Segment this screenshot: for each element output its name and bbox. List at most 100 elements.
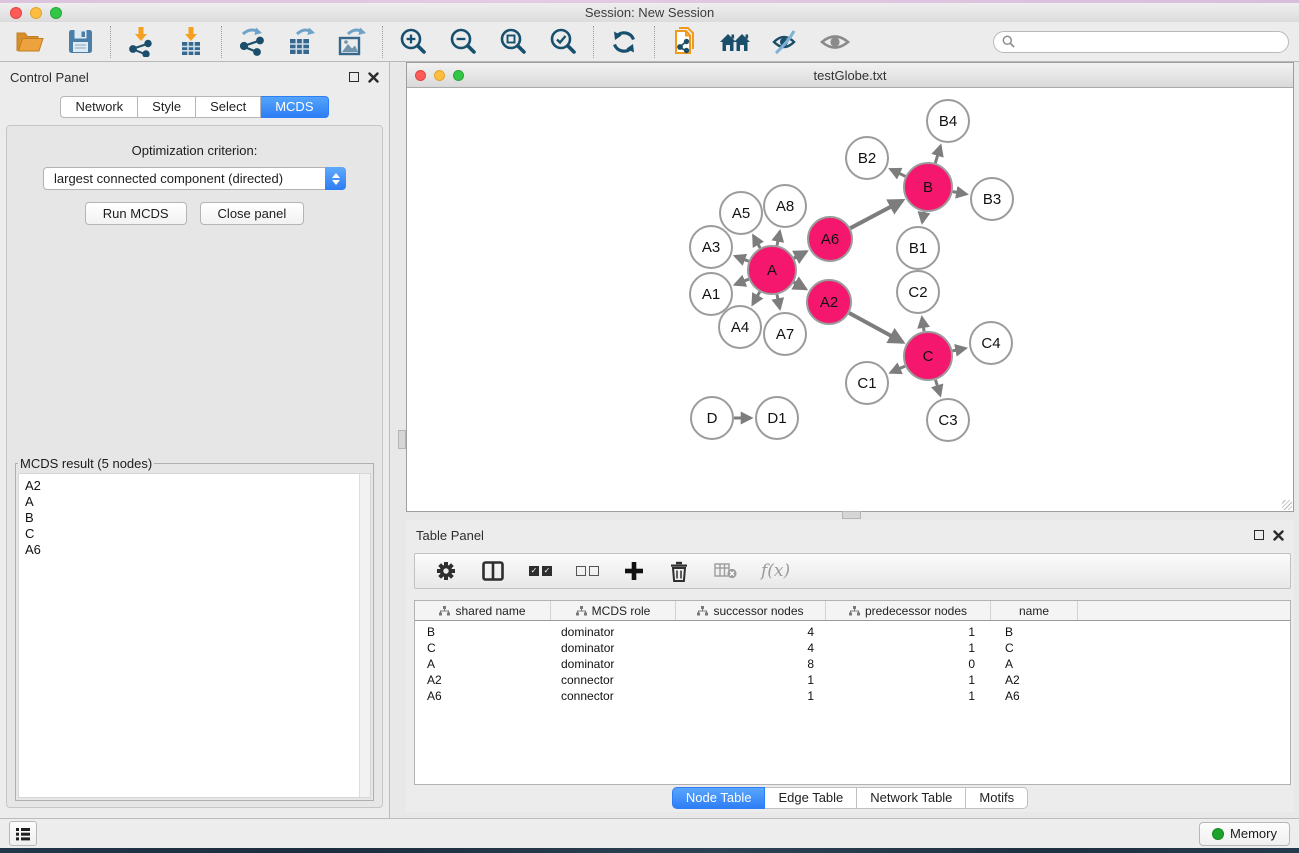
- result-item[interactable]: B: [19, 510, 370, 526]
- task-history-button[interactable]: [9, 821, 37, 846]
- tab-motifs[interactable]: Motifs: [966, 787, 1028, 809]
- table-row[interactable]: C dominator 4 1 C: [415, 640, 1290, 656]
- search-input[interactable]: [1020, 35, 1280, 49]
- graph-node-A1[interactable]: A1: [690, 273, 732, 315]
- zoom-window-button[interactable]: [50, 7, 62, 19]
- tab-network[interactable]: Network: [60, 96, 138, 118]
- add-column-icon[interactable]: [623, 555, 645, 587]
- graph-edge-C-C3[interactable]: [936, 380, 941, 395]
- zoom-selected-icon[interactable]: [547, 26, 579, 58]
- save-session-icon[interactable]: [64, 26, 96, 58]
- hide-graphics-details-icon[interactable]: [769, 26, 801, 58]
- graph-edge-A-A6[interactable]: [794, 252, 806, 259]
- close-panel-icon[interactable]: [368, 72, 379, 83]
- minimize-window-button[interactable]: [30, 7, 42, 19]
- import-network-icon[interactable]: [125, 26, 157, 58]
- column-header-name[interactable]: name: [991, 601, 1078, 620]
- graph-edge-A-A4[interactable]: [753, 292, 760, 305]
- column-header-mcds-role[interactable]: MCDS role: [551, 601, 676, 620]
- graph-node-C3[interactable]: C3: [927, 399, 969, 441]
- tab-mcds[interactable]: MCDS: [261, 96, 328, 118]
- graph-edge-A-A8[interactable]: [777, 232, 780, 246]
- column-header-predecessor-nodes[interactable]: predecessor nodes: [826, 601, 991, 620]
- function-builder-icon[interactable]: f(x): [761, 561, 790, 581]
- graph-edge-C-C2[interactable]: [922, 318, 924, 332]
- graph-edge-B-B3[interactable]: [953, 192, 967, 195]
- graph-node-C2[interactable]: C2: [897, 271, 939, 313]
- result-item[interactable]: C: [19, 526, 370, 542]
- tab-node-table[interactable]: Node Table: [672, 787, 766, 809]
- show-columns-icon[interactable]: [481, 555, 505, 587]
- import-table-icon[interactable]: [175, 26, 207, 58]
- select-all-icon[interactable]: ✓✓: [529, 566, 552, 576]
- tab-network-table[interactable]: Network Table: [857, 787, 966, 809]
- table-row[interactable]: A2 connector 1 1 A2: [415, 672, 1290, 688]
- network-canvas[interactable]: B4B2BB3A8A5A6A3B1AC2A1A2A4A7C4CC1DD1C3: [407, 88, 1293, 511]
- graph-edge-A-A5[interactable]: [753, 236, 760, 248]
- zoom-out-icon[interactable]: [447, 26, 479, 58]
- graph-node-B4[interactable]: B4: [927, 100, 969, 142]
- run-mcds-button[interactable]: Run MCDS: [85, 202, 187, 225]
- close-window-button[interactable]: [10, 7, 22, 19]
- graph-edge-B-B1[interactable]: [922, 212, 924, 223]
- graph-node-C[interactable]: C: [904, 332, 952, 380]
- table-row[interactable]: A6 connector 1 1 A6: [415, 688, 1290, 704]
- memory-button[interactable]: Memory: [1199, 822, 1290, 846]
- resize-grip[interactable]: [1282, 500, 1292, 510]
- graph-edge-A-A1[interactable]: [735, 279, 749, 284]
- node-table[interactable]: shared name MCDS role successor nodes pr…: [414, 600, 1291, 785]
- home-icon[interactable]: [719, 26, 751, 58]
- graph-edge-A2-C[interactable]: [849, 313, 902, 342]
- delete-table-icon[interactable]: [713, 555, 737, 587]
- graph-node-D1[interactable]: D1: [756, 397, 798, 439]
- table-options-gear-icon[interactable]: [435, 555, 457, 587]
- float-panel-icon[interactable]: [349, 72, 359, 82]
- graph-node-B[interactable]: B: [904, 163, 952, 211]
- table-row[interactable]: B dominator 4 1 B: [415, 624, 1290, 640]
- show-graphics-details-icon[interactable]: [819, 26, 851, 58]
- graph-node-A4[interactable]: A4: [719, 306, 761, 348]
- close-panel-icon[interactable]: [1273, 530, 1284, 541]
- refresh-icon[interactable]: [608, 26, 640, 58]
- zoom-in-icon[interactable]: [397, 26, 429, 58]
- tab-edge-table[interactable]: Edge Table: [765, 787, 857, 809]
- export-network-icon[interactable]: [236, 26, 268, 58]
- result-item[interactable]: A: [19, 494, 370, 510]
- network-graph[interactable]: B4B2BB3A8A5A6A3B1AC2A1A2A4A7C4CC1DD1C3: [407, 88, 1293, 511]
- graph-edge-B-B4[interactable]: [935, 146, 940, 163]
- column-header-shared-name[interactable]: shared name: [415, 601, 551, 620]
- graph-node-A7[interactable]: A7: [764, 313, 806, 355]
- scrollbar[interactable]: [359, 474, 370, 797]
- new-network-from-selection-icon[interactable]: [669, 26, 701, 58]
- graph-node-C1[interactable]: C1: [846, 362, 888, 404]
- graph-node-A[interactable]: A: [748, 246, 796, 294]
- tab-style[interactable]: Style: [138, 96, 196, 118]
- graph-node-A3[interactable]: A3: [690, 226, 732, 268]
- graph-edge-A-A7[interactable]: [777, 295, 780, 309]
- graph-node-B2[interactable]: B2: [846, 137, 888, 179]
- close-panel-button[interactable]: Close panel: [200, 202, 305, 225]
- search-field[interactable]: [993, 31, 1289, 53]
- zoom-network-button[interactable]: [453, 70, 464, 81]
- table-row[interactable]: A dominator 8 0 A: [415, 656, 1290, 672]
- column-header-successor-nodes[interactable]: successor nodes: [676, 601, 826, 620]
- delete-column-trash-icon[interactable]: [669, 555, 689, 587]
- graph-node-A8[interactable]: A8: [764, 185, 806, 227]
- minimize-network-button[interactable]: [434, 70, 445, 81]
- mcds-result-list[interactable]: A2 A B C A6: [18, 473, 371, 798]
- open-file-icon[interactable]: [14, 26, 46, 58]
- splitter-handle[interactable]: [842, 511, 861, 519]
- graph-node-B3[interactable]: B3: [971, 178, 1013, 220]
- graph-node-A2[interactable]: A2: [807, 280, 851, 324]
- graph-edge-A-A3[interactable]: [735, 256, 748, 261]
- splitter-handle[interactable]: [398, 430, 406, 449]
- export-image-icon[interactable]: [336, 26, 368, 58]
- graph-node-B1[interactable]: B1: [897, 227, 939, 269]
- export-table-icon[interactable]: [286, 26, 318, 58]
- graph-edge-A6-B[interactable]: [850, 201, 902, 229]
- graph-node-C4[interactable]: C4: [970, 322, 1012, 364]
- tab-select[interactable]: Select: [196, 96, 261, 118]
- graph-edge-C-C1[interactable]: [891, 366, 905, 372]
- result-item[interactable]: A2: [19, 478, 370, 494]
- graph-edge-B-B2[interactable]: [891, 169, 906, 176]
